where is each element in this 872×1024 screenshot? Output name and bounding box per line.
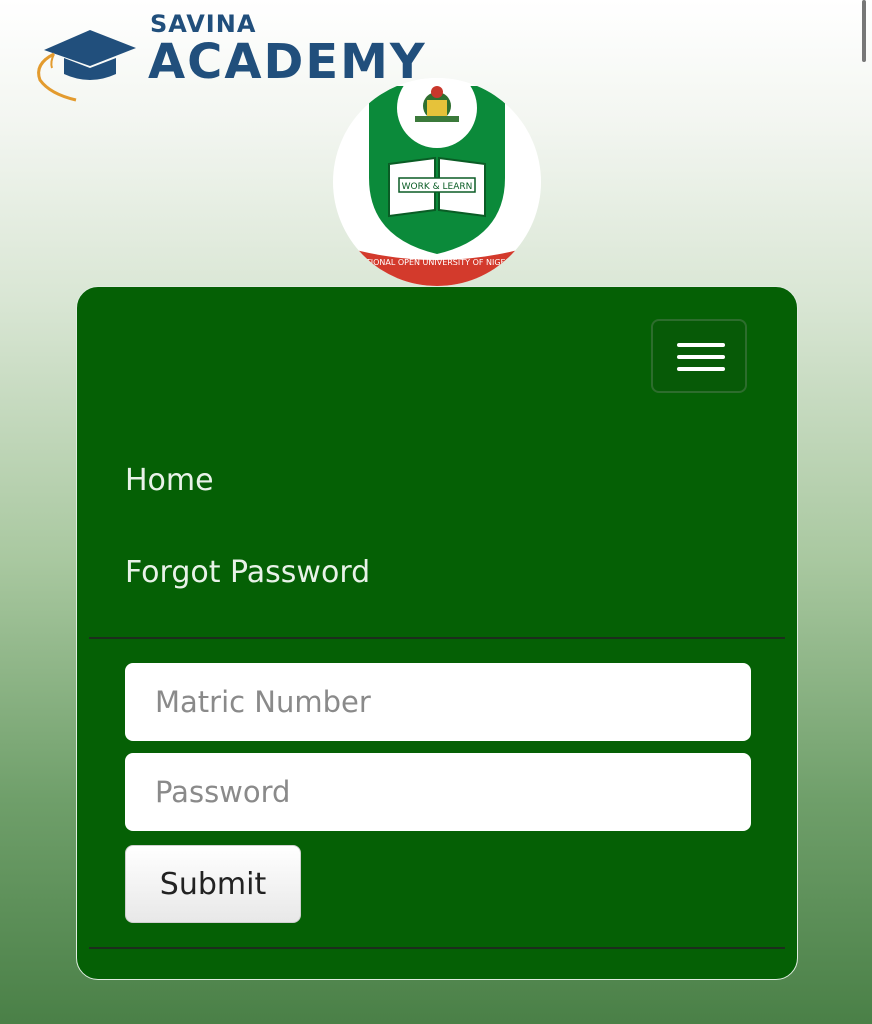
logo-ribbon-text: NATIONAL OPEN UNIVERSITY OF NIGERIA bbox=[355, 258, 520, 267]
logo-inner-label: WORK & LEARN bbox=[402, 182, 473, 192]
scrollbar[interactable] bbox=[862, 0, 866, 62]
divider bbox=[89, 637, 785, 639]
graduation-cap-icon bbox=[37, 30, 136, 102]
submit-button[interactable]: Submit bbox=[125, 845, 301, 923]
nav-home-link[interactable]: Home bbox=[125, 463, 214, 498]
university-logo: WORK & LEARN NATIONAL OPEN UNIVERSITY OF… bbox=[333, 78, 541, 286]
nav-forgot-password-link[interactable]: Forgot Password bbox=[125, 555, 370, 590]
login-card: Home Forgot Password Submit bbox=[76, 286, 798, 980]
divider bbox=[89, 947, 785, 949]
matric-number-input[interactable] bbox=[125, 663, 751, 741]
navbar-toggle-button[interactable] bbox=[651, 319, 747, 393]
password-input[interactable] bbox=[125, 753, 751, 831]
hamburger-icon bbox=[677, 343, 725, 347]
